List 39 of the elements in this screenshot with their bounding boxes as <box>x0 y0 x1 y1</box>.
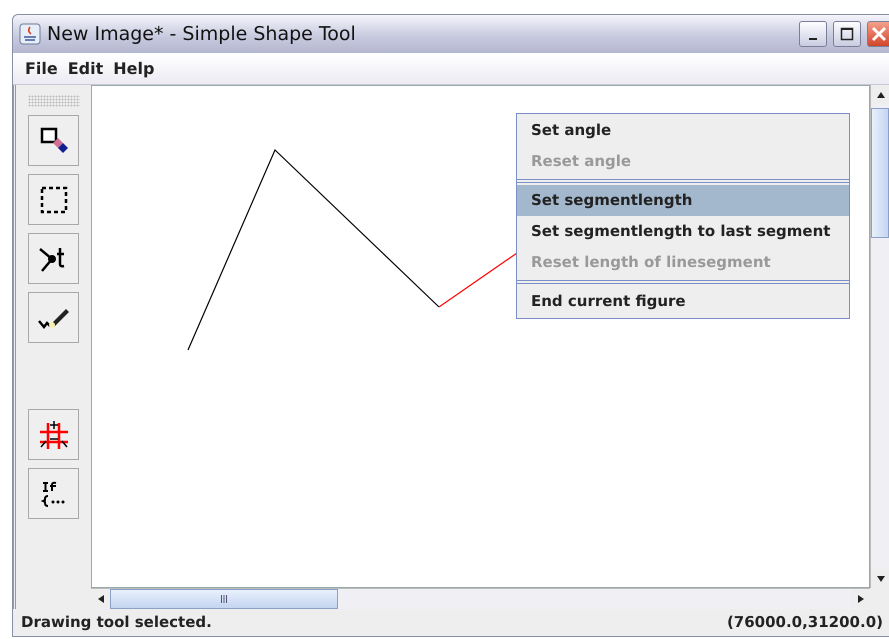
minimize-button[interactable] <box>799 21 827 47</box>
tool-button[interactable] <box>28 292 79 343</box>
left-arrow-icon <box>96 594 104 604</box>
maximize-button[interactable] <box>833 21 861 47</box>
cursor-coordinates: (76000.0,31200.0) <box>726 612 883 634</box>
menu-item[interactable]: Edit <box>64 54 108 82</box>
down-arrow-icon <box>876 574 886 582</box>
tool-button[interactable] <box>28 233 79 284</box>
grid-icon <box>38 418 70 450</box>
selection-icon <box>38 184 68 214</box>
close-icon <box>870 26 886 42</box>
up-arrow-icon <box>876 90 886 98</box>
tool-button[interactable] <box>28 115 79 166</box>
eraser-icon <box>38 126 68 156</box>
menu-item[interactable]: End current figure <box>517 286 849 317</box>
right-arrow-icon <box>856 594 864 604</box>
tool-button[interactable] <box>28 174 79 225</box>
scroll-up-button[interactable] <box>871 85 889 104</box>
menu-item[interactable]: File <box>21 54 62 82</box>
menu-item[interactable]: Help <box>109 54 158 82</box>
status-message: Drawing tool selected. <box>21 612 212 634</box>
close-button[interactable] <box>867 21 889 47</box>
menu-item[interactable]: Set segmentlength to last segment <box>517 216 849 247</box>
grip-icon <box>220 594 228 604</box>
tool-button[interactable] <box>28 468 79 519</box>
toolbar-grip[interactable] <box>28 95 80 107</box>
scroll-thumb[interactable] <box>871 108 889 238</box>
maximize-icon <box>840 27 854 41</box>
minimize-icon <box>809 38 817 40</box>
vertical-scrollbar[interactable] <box>870 85 889 588</box>
menu-item[interactable]: Set segmentlength <box>517 185 849 216</box>
line-segment[interactable] <box>438 252 518 308</box>
menu-item[interactable]: Set angle <box>517 115 849 146</box>
scroll-down-button[interactable] <box>871 569 889 588</box>
scroll-left-button[interactable] <box>91 589 110 608</box>
window-title: New Image* - Simple Shape Tool <box>47 22 357 47</box>
app-icon <box>19 23 41 45</box>
scroll-right-button[interactable] <box>851 589 870 608</box>
scroll-thumb[interactable] <box>110 589 338 609</box>
